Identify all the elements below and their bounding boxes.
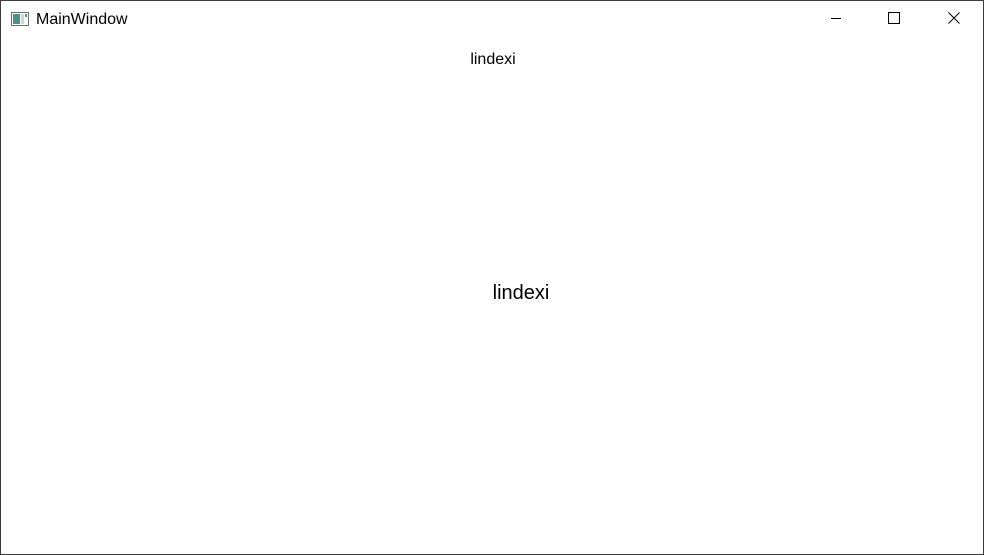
title-bar[interactable]: MainWindow <box>1 1 983 38</box>
large-text-label: lindexi <box>492 282 550 304</box>
close-button[interactable] <box>925 1 983 38</box>
maximize-icon <box>888 11 900 29</box>
maximize-button[interactable] <box>865 1 923 38</box>
client-area: lindexi lindexi <box>1 38 983 554</box>
main-window: MainWindow lindexi lindexi <box>0 0 984 555</box>
minimize-button[interactable] <box>807 1 865 38</box>
window-title: MainWindow <box>36 11 128 28</box>
close-icon <box>948 11 960 29</box>
minimize-icon <box>830 11 842 29</box>
small-text-label: lindexi <box>470 51 516 68</box>
app-window-icon <box>11 12 29 26</box>
